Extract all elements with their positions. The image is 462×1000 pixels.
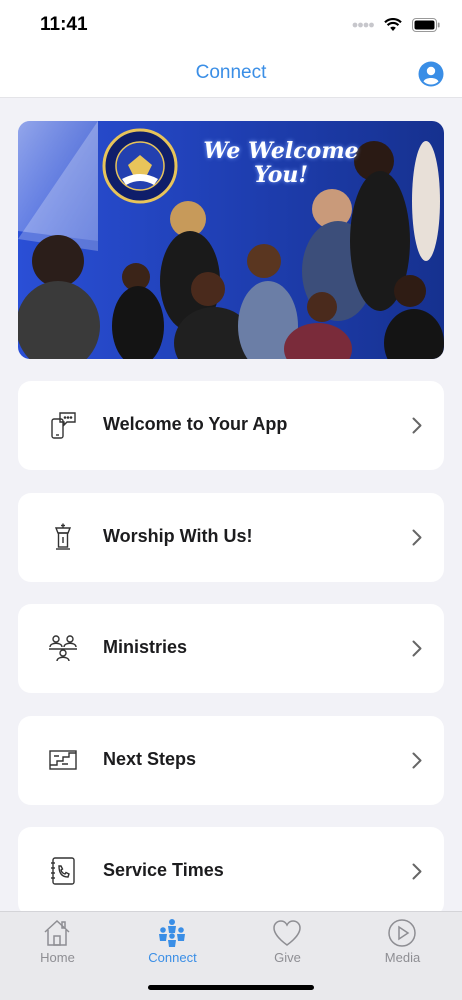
- heart-icon: [273, 920, 301, 946]
- status-time: 11:41: [40, 14, 88, 35]
- tab-connect[interactable]: Connect: [115, 912, 230, 972]
- menu-item-label: Next Steps: [103, 749, 197, 769]
- menu-item-service-times[interactable]: Service Times: [18, 827, 444, 916]
- pulpit-icon: [54, 523, 72, 550]
- chevron-right-icon: [412, 863, 422, 880]
- welcome-banner[interactable]: We Welcome You!: [18, 121, 444, 359]
- status-bar: 11:41: [0, 0, 462, 50]
- menu-item-next-steps[interactable]: Next Steps: [18, 716, 444, 805]
- chevron-right-icon: [412, 529, 422, 546]
- tab-label: Connect: [148, 950, 197, 965]
- signal-icon: [352, 22, 374, 28]
- phone-book-icon: [51, 857, 75, 885]
- home-indicator[interactable]: [148, 985, 314, 990]
- menu-item-worship[interactable]: Worship With Us!: [18, 493, 444, 582]
- menu-item-label: Service Times: [103, 860, 224, 880]
- group-icon: [159, 919, 185, 947]
- tab-give[interactable]: Give: [230, 912, 345, 972]
- navigation-bar: Connect: [0, 50, 462, 98]
- tab-label: Give: [274, 950, 301, 965]
- status-icons: [352, 16, 440, 34]
- menu-item-ministries[interactable]: Ministries: [18, 604, 444, 693]
- profile-icon[interactable]: [418, 61, 444, 87]
- tab-label: Home: [40, 950, 75, 965]
- home-icon: [44, 919, 70, 946]
- page-title: Connect: [195, 62, 267, 83]
- tab-home[interactable]: Home: [0, 912, 115, 972]
- phone-chat-icon: [51, 412, 76, 439]
- menu-item-label: Worship With Us!: [103, 526, 253, 546]
- chevron-right-icon: [412, 752, 422, 769]
- menu-item-label: Ministries: [103, 637, 188, 657]
- banner-headline: We Welcome You!: [203, 138, 359, 188]
- steps-icon: [49, 750, 77, 770]
- tab-label: Media: [384, 950, 421, 965]
- menu-item-label: Welcome to Your App: [103, 414, 288, 434]
- battery-icon: [412, 18, 440, 32]
- chevron-right-icon: [412, 640, 422, 657]
- menu-item-welcome[interactable]: Welcome to Your App: [18, 381, 444, 470]
- wifi-icon: [384, 18, 402, 31]
- tab-media[interactable]: Media: [345, 912, 460, 972]
- chevron-right-icon: [412, 417, 422, 434]
- play-icon: [388, 919, 416, 947]
- people-group-icon: [49, 635, 77, 662]
